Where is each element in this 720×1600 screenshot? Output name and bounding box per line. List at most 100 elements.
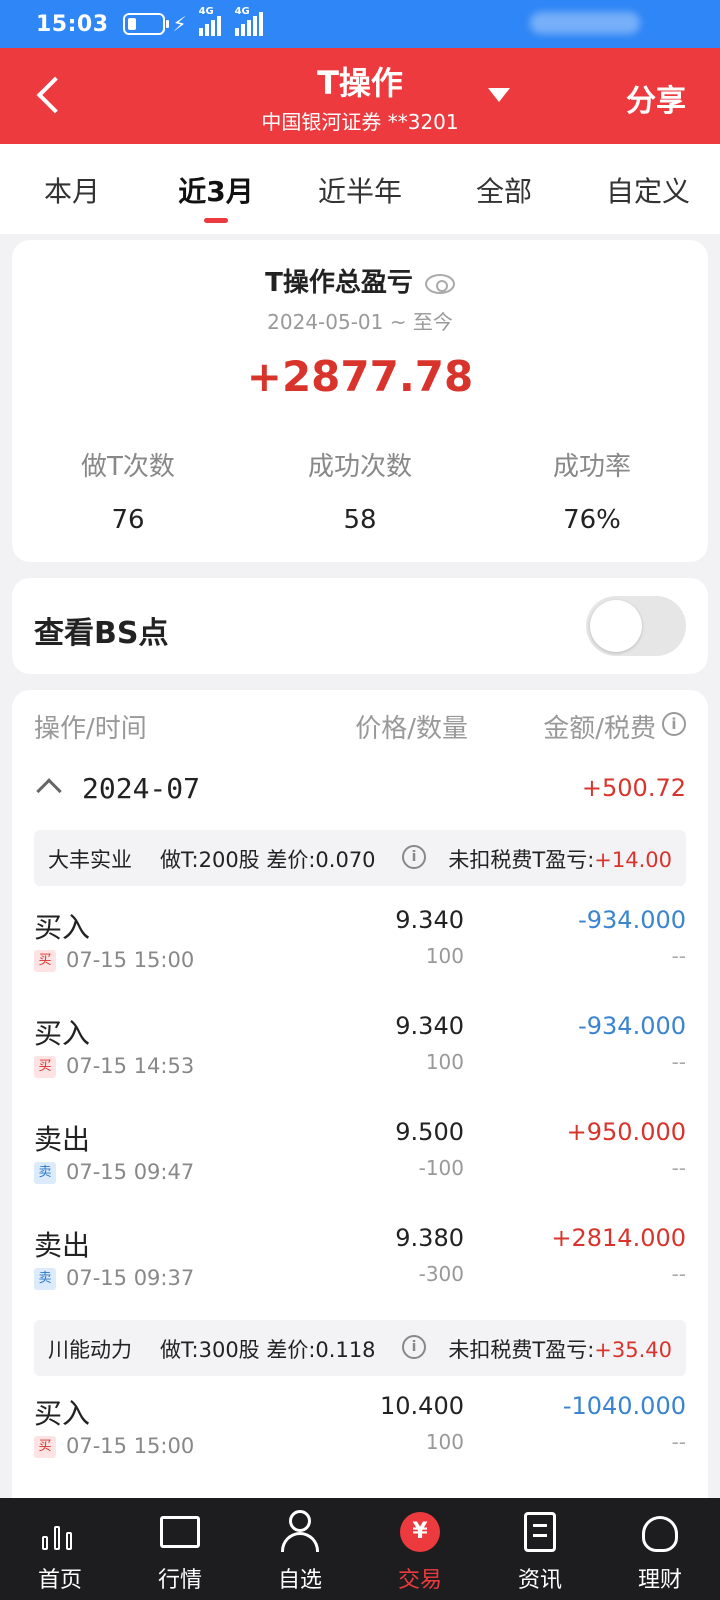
signal-icon: 4G (234, 6, 265, 36)
trade-amount: +2814.000 (551, 1224, 686, 1252)
trade-time: 07-15 09:37 (66, 1266, 195, 1290)
stat-t-count: 做T次数 76 (12, 446, 244, 535)
month-total: +500.72 (581, 774, 686, 802)
eye-icon[interactable] (424, 273, 455, 294)
trade-price: 9.380 (395, 1224, 464, 1252)
nav-label: 自选 (277, 1568, 322, 1593)
stock-group-header: 大丰实业 做T:200股 差价:0.070 i 未扣税费T盈亏:+14.00 (34, 830, 686, 886)
tab-3-months[interactable]: 近3月 (144, 144, 288, 234)
trade-qty: -300 (418, 1262, 464, 1286)
records-card: 操作/时间 价格/数量 金额/税费 i 2024-07 +500.72 大丰实业… (12, 690, 708, 1510)
stat-value: 58 (343, 505, 377, 535)
info-icon[interactable]: i (662, 712, 686, 736)
total-profit: +2877.78 (246, 352, 474, 401)
summary-title-text: T操作总盈亏 (265, 268, 413, 298)
network-type: 4G (234, 6, 250, 17)
tab-this-month[interactable]: 本月 (0, 144, 144, 234)
stat-label: 成功率 (552, 452, 631, 482)
trade-row[interactable]: 买入 买 07-15 14:53 9.340 100 -934.000 -- (34, 1006, 686, 1096)
bs-points-toggle[interactable] (586, 596, 686, 656)
nav-label: 理财 (637, 1568, 682, 1593)
user-shoulders-icon (281, 1532, 319, 1552)
column-operation-time: 操作/时间 (34, 714, 147, 744)
caret-down-icon[interactable] (488, 88, 510, 102)
t-detail: 做T:200股 差价:0.070 (160, 848, 376, 872)
buy-badge: 买 (34, 1056, 56, 1078)
trade-qty: 100 (425, 1430, 464, 1454)
trade-qty: 100 (425, 944, 464, 968)
page-title: T操作 (317, 64, 403, 102)
nav-watchlist[interactable]: 自选 (240, 1498, 360, 1600)
summary-card: T操作总盈亏 2024-05-01 ~ 至今 +2877.78 做T次数 76 … (12, 240, 708, 562)
nav-label: 首页 (37, 1568, 82, 1593)
month-header[interactable]: 2024-07 +500.72 (34, 772, 686, 812)
bs-points-card: 查看BS点 (12, 578, 708, 674)
chevron-up-icon[interactable] (36, 778, 62, 804)
group-profit-label: 未扣税费T盈亏: (448, 1338, 595, 1362)
stat-label: 成功次数 (307, 452, 412, 482)
status-time: 15:03 (36, 11, 109, 37)
trade-row[interactable]: 买入 买 07-15 15:00 10.400 100 -1040.000 -- (34, 1386, 686, 1476)
trade-row[interactable]: 卖出 卖 07-15 09:37 9.380 -300 +2814.000 -- (34, 1218, 686, 1308)
trade-fee: -- (671, 1262, 686, 1286)
group-profit: 未扣税费T盈亏:+35.40 (448, 1334, 672, 1364)
trade-price: 9.500 (395, 1118, 464, 1146)
buy-badge: 买 (34, 950, 56, 972)
signal-icon: 4G (198, 6, 223, 36)
trade-price: 9.340 (395, 906, 464, 934)
nav-wealth[interactable]: 理财 (600, 1498, 720, 1600)
account-selector[interactable]: 中国银河证券 **3201 (0, 106, 720, 135)
nav-news[interactable]: 资讯 (480, 1498, 600, 1600)
trade-time: 07-15 09:47 (66, 1160, 195, 1184)
trade-amount: +950.000 (566, 1118, 686, 1146)
share-button[interactable]: 分享 (626, 76, 686, 120)
blurred-region (530, 12, 640, 34)
period-tabs: 本月 近3月 近半年 全部 自定义 (0, 144, 720, 234)
stat-success-count: 成功次数 58 (244, 446, 476, 535)
column-amount-fee: 金额/税费 (543, 714, 656, 744)
summary-period: 2024-05-01 ~ 至今 (267, 310, 453, 334)
charging-icon: ⚡ (172, 12, 187, 36)
yen-icon: ¥ (400, 1512, 440, 1552)
trade-type: 买入 (34, 1397, 91, 1430)
stock-name: 大丰实业 (48, 848, 132, 872)
bs-points-label: 查看BS点 (34, 616, 169, 651)
status-bar: 15:03 ⚡ 4G 4G (0, 0, 720, 48)
records-header: 操作/时间 价格/数量 金额/税费 i (34, 708, 686, 748)
bottom-nav: 首页 行情 自选 ¥ 交易 资讯 理财 (0, 1498, 720, 1600)
stat-success-rate: 成功率 76% (476, 446, 708, 535)
info-icon[interactable]: i (402, 1335, 426, 1359)
buy-badge: 买 (34, 1436, 56, 1458)
tab-custom[interactable]: 自定义 (576, 144, 720, 234)
toggle-knob (590, 600, 642, 652)
stats-row: 做T次数 76 成功次数 58 成功率 76% (12, 446, 708, 535)
trade-amount: -934.000 (578, 1012, 686, 1040)
trade-type: 买入 (34, 1017, 91, 1050)
trade-row[interactable]: 卖出 卖 07-15 09:47 9.500 -100 +950.000 -- (34, 1112, 686, 1202)
trade-price: 9.340 (395, 1012, 464, 1040)
nav-trade[interactable]: ¥ 交易 (360, 1498, 480, 1600)
nav-label: 资讯 (517, 1568, 562, 1593)
nav-home[interactable]: 首页 (0, 1498, 120, 1600)
line-chart-icon (160, 1516, 200, 1548)
stat-value: 76% (563, 505, 621, 535)
stat-value: 76 (111, 505, 145, 535)
document-icon (524, 1512, 556, 1552)
trade-amount: -934.000 (578, 906, 686, 934)
trade-qty: 100 (425, 1050, 464, 1074)
sell-badge: 卖 (34, 1162, 56, 1184)
tab-half-year[interactable]: 近半年 (288, 144, 432, 234)
header-bar: T操作 中国银河证券 **3201 分享 (0, 48, 720, 144)
tab-all[interactable]: 全部 (432, 144, 576, 234)
group-profit-value: +35.40 (594, 1338, 672, 1362)
trade-time: 07-15 15:00 (66, 1434, 195, 1458)
trade-row[interactable]: 买入 买 07-15 15:00 9.340 100 -934.000 -- (34, 900, 686, 990)
trade-fee: -- (671, 1050, 686, 1074)
nav-market[interactable]: 行情 (120, 1498, 240, 1600)
info-icon[interactable]: i (402, 845, 426, 869)
trade-amount: -1040.000 (562, 1392, 686, 1420)
group-profit: 未扣税费T盈亏:+14.00 (448, 844, 672, 874)
stock-name: 川能动力 (48, 1338, 132, 1362)
trade-type: 卖出 (34, 1123, 91, 1156)
trade-price: 10.400 (380, 1392, 464, 1420)
